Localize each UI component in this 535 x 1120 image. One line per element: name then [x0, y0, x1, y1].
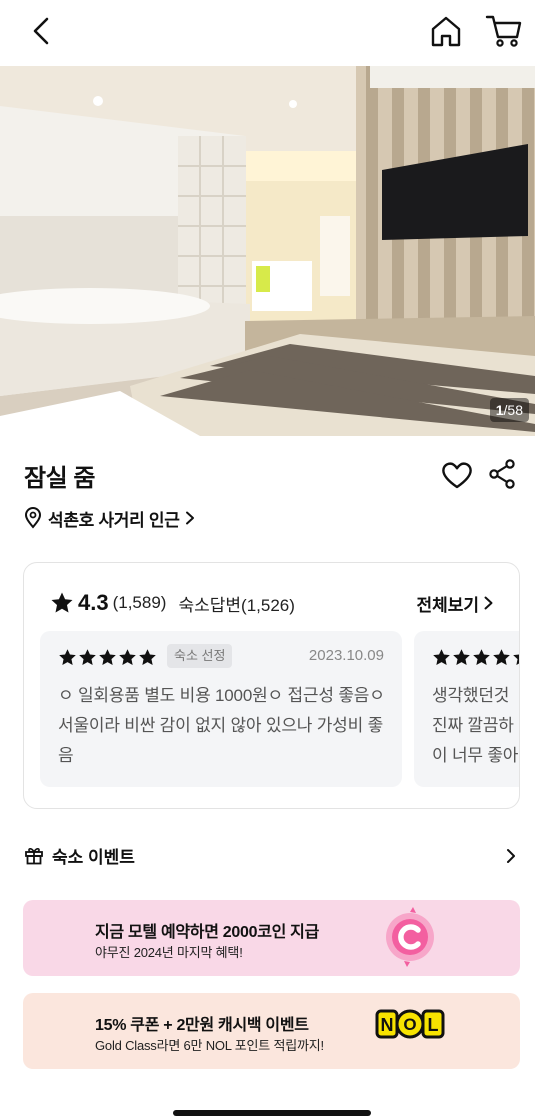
home-icon[interactable] [428, 14, 464, 50]
star-icon [473, 649, 490, 666]
review-text-line: 이 너무 좋아 [432, 746, 519, 765]
review-text-line: 생각했던것 [432, 686, 510, 705]
property-events-header[interactable]: 숙소 이벤트 [24, 840, 518, 870]
review-text: ㅇ 일회용품 별도 비용 1000원ㅇ 접근성 좋음ㅇ 서울이라 비싼 감이 없… [58, 686, 385, 765]
banner-title: 지금 모텔 예약하면 2000코인 지급 [95, 924, 320, 941]
star-icon [59, 649, 76, 666]
rating-score: 4.3 [78, 590, 109, 615]
star-icon [51, 592, 73, 613]
owner-answer-count: 숙소답변(1,526) [178, 595, 295, 615]
event-banner-coin[interactable]: 지금 모텔 예약하면 2000코인 지급 야무진 2024년 마지막 혜택! [23, 900, 520, 976]
share-icon[interactable] [488, 458, 516, 490]
chevron-right-icon [507, 849, 515, 863]
cart-icon[interactable] [484, 12, 524, 50]
banner-subtitle: 야무진 2024년 마지막 혜택! [95, 945, 243, 960]
review-item[interactable]: 생각했던것 진짜 깔끔하 이 너무 좋아 [414, 631, 519, 787]
review-stars [432, 648, 519, 667]
star-icon [99, 649, 116, 666]
see-all-label: 전체보기 [416, 595, 479, 615]
star-icon [493, 649, 510, 666]
events-title: 숙소 이벤트 [52, 847, 135, 867]
chevron-right-icon [484, 596, 493, 610]
map-pin-icon [24, 507, 42, 529]
event-banner-cashback[interactable]: 15% 쿠폰 + 2만원 캐시백 이벤트 Gold Class라면 6만 NOL… [23, 993, 520, 1069]
coin-c-icon [386, 907, 434, 967]
top-navigation [0, 0, 535, 66]
hotel-photo-gallery[interactable]: 1/58 [0, 66, 535, 436]
star-icon [139, 649, 156, 666]
star-icon [119, 649, 136, 666]
star-icon [513, 654, 519, 666]
svg-text:N: N [381, 1015, 394, 1035]
banner-subtitle: Gold Class라면 6만 NOL 포인트 적립까지! [95, 1038, 324, 1053]
review-summary-card: 4.3 (1,589) 숙소답변(1,526) 전체보기 숙소 선정 2023.… [23, 562, 520, 809]
gift-icon [25, 848, 43, 865]
svg-text:L: L [428, 1015, 439, 1035]
review-text: 생각했던것 진짜 깔끔하 이 너무 좋아 [432, 681, 519, 771]
property-name: 잠실 줌 [24, 465, 95, 492]
review-date: 2023.10.09 [308, 647, 384, 664]
photo-counter: 1/58 [489, 398, 529, 422]
see-all-reviews-link[interactable]: 전체보기 [416, 589, 493, 617]
home-indicator [173, 1110, 371, 1116]
rating-summary: 4.3 (1,589) 숙소답변(1,526) [50, 589, 295, 617]
review-item[interactable]: 숙소 선정 2023.10.09 ㅇ 일회용품 별도 비용 1000원ㅇ 접근성… [40, 631, 402, 787]
heart-icon[interactable] [440, 460, 474, 490]
star-icon [433, 649, 450, 666]
chevron-right-icon [185, 511, 194, 525]
room-photo [0, 66, 535, 436]
review-stars [58, 648, 158, 667]
owner-pick-badge: 숙소 선정 [167, 644, 233, 668]
star-icon [79, 649, 96, 666]
location-link[interactable]: 석촌호 사거리 인근 [24, 505, 195, 531]
location-text: 석촌호 사거리 인근 [48, 510, 180, 530]
chevron-left-icon[interactable] [26, 14, 56, 48]
banner-title: 15% 쿠폰 + 2만원 캐시백 이벤트 [95, 1017, 309, 1034]
review-count: (1,589) [112, 593, 167, 612]
svg-text:O: O [403, 1015, 416, 1034]
review-text-line: 진짜 깔끔하 [432, 716, 514, 735]
nol-logo-icon: N O L [375, 1009, 445, 1039]
star-icon [453, 649, 470, 666]
